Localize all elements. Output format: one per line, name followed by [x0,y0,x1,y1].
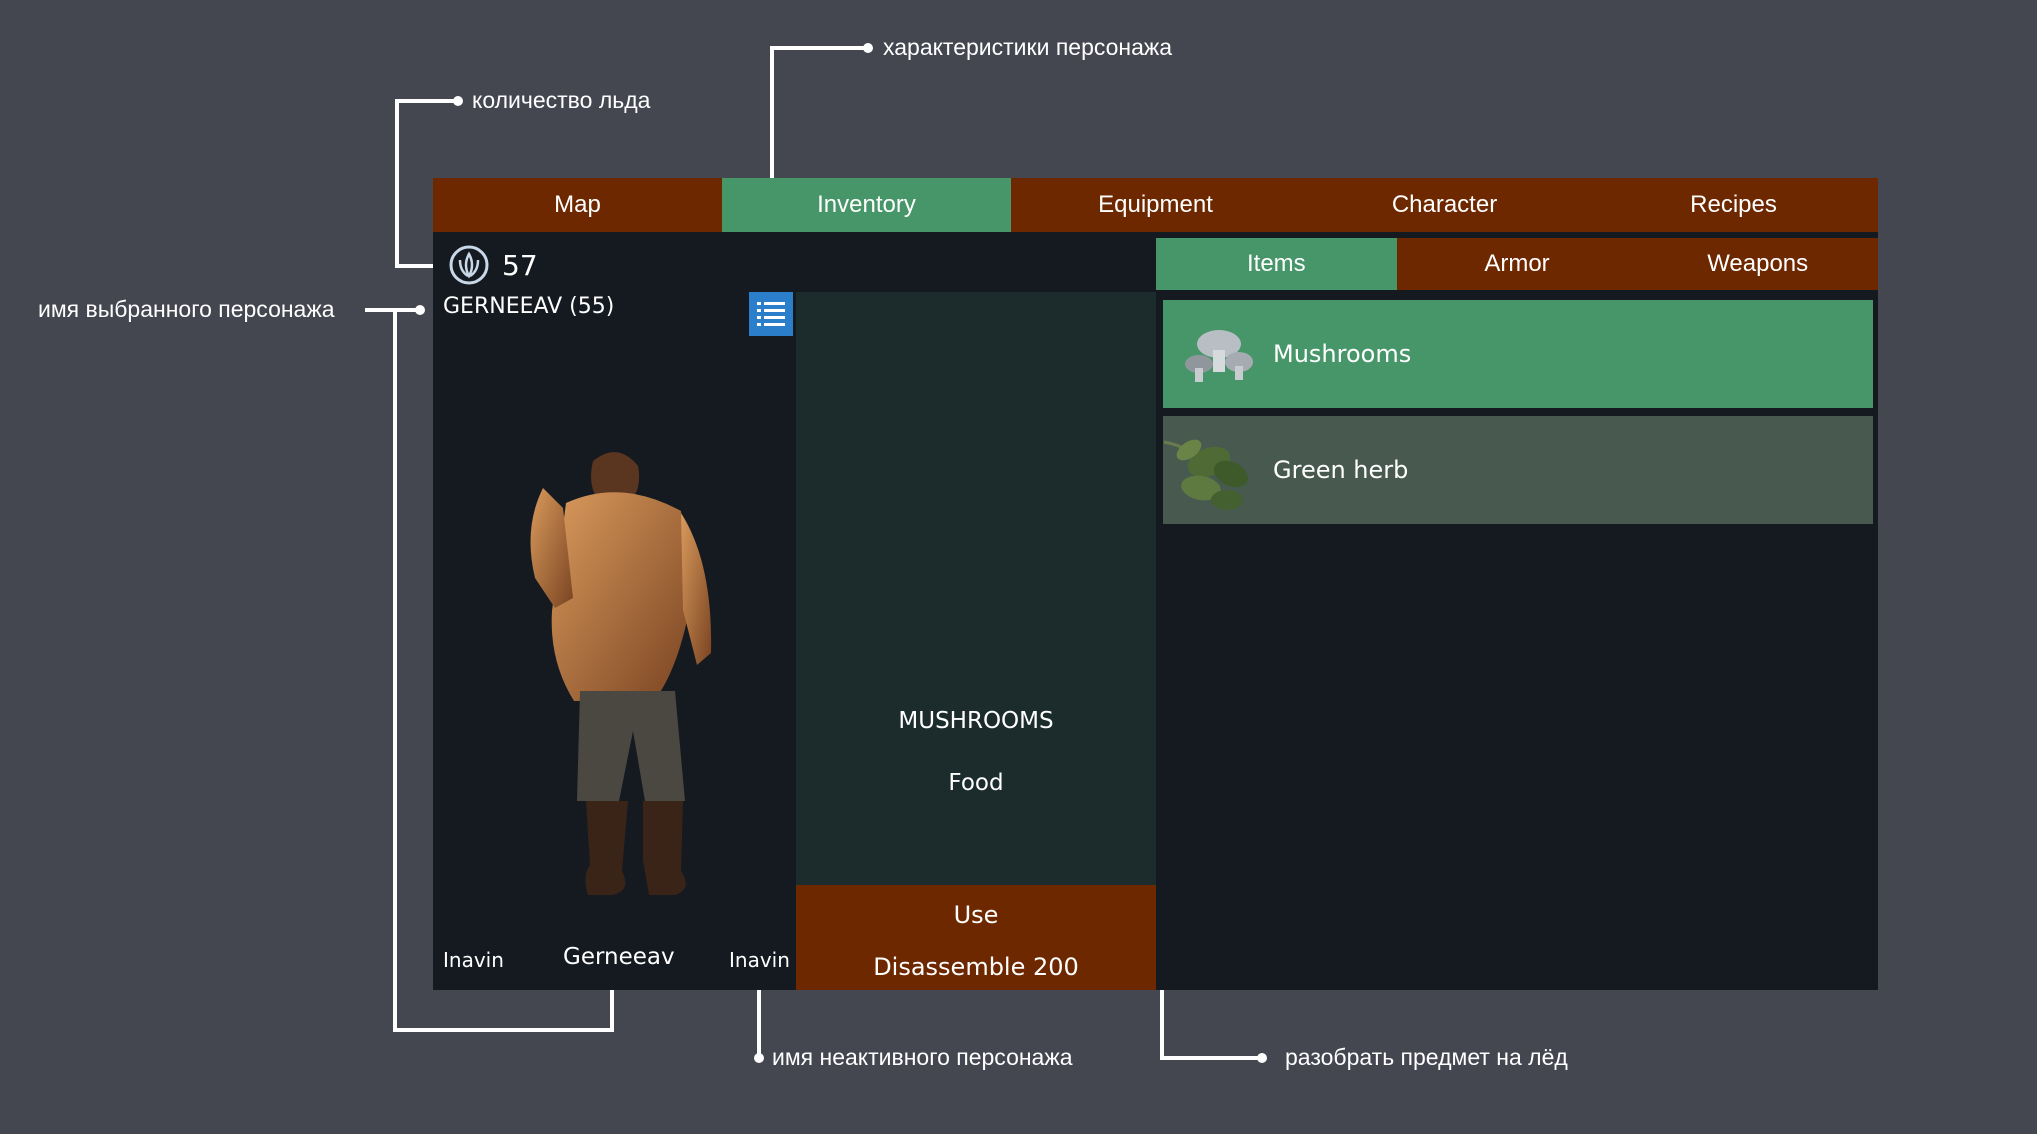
list-item-label: Mushrooms [1273,340,1412,368]
tab-armor[interactable]: Armor [1396,238,1638,290]
tab-map[interactable]: Map [433,178,722,232]
annotation-ice: количество льда [472,87,651,113]
item-list: Mushrooms Green herb [1163,300,1873,532]
selected-character-name: GERNEEAV (55) [443,294,615,319]
use-button[interactable]: Use [796,901,1156,929]
inventory-window: Map Inventory Equipment Character Recipe… [433,178,1879,990]
tab-inventory[interactable]: Inventory [722,178,1011,232]
main-nav: Map Inventory Equipment Character Recipe… [433,178,1878,232]
annotation-disassemble: разобрать предмет на лёд [1285,1044,1568,1070]
tab-weapons[interactable]: Weapons [1637,238,1879,290]
ice-counter: 57 [448,243,538,287]
list-icon [757,302,785,326]
inactive-character-left[interactable]: Inavin [443,948,504,972]
character-model [530,452,712,895]
tab-recipes[interactable]: Recipes [1589,178,1878,232]
annotation-stats: характеристики персонажа [883,34,1173,60]
item-detail-type: Food [948,770,1004,796]
inventory-subnav: Items Armor Weapons [1156,238,1879,290]
item-detail-name: MUSHROOMS [898,708,1054,734]
list-item-green-herb[interactable]: Green herb [1163,416,1873,524]
annotation-inactive-name: имя неактивного персонажа [772,1044,1073,1070]
list-item-label: Green herb [1273,456,1409,484]
green-herb-icon [1163,439,1249,510]
character-stats-button[interactable] [749,292,793,336]
ice-icon [449,245,489,285]
ice-count: 57 [502,248,538,282]
inactive-character-right[interactable]: Inavin [729,948,790,972]
item-actions: Use Disassemble 200 [796,885,1156,990]
tab-character[interactable]: Character [1300,178,1589,232]
disassemble-button[interactable]: Disassemble 200 [796,953,1156,981]
item-detail-panel: MUSHROOMS Food [796,292,1156,887]
selected-character[interactable]: Gerneeav [563,944,675,970]
annotation-selected-name: имя выбранного персонажа [38,296,335,322]
list-item-mushrooms[interactable]: Mushrooms [1163,300,1873,408]
tab-items[interactable]: Items [1156,238,1397,290]
tab-equipment[interactable]: Equipment [1011,178,1300,232]
mushrooms-icon [1185,330,1253,382]
